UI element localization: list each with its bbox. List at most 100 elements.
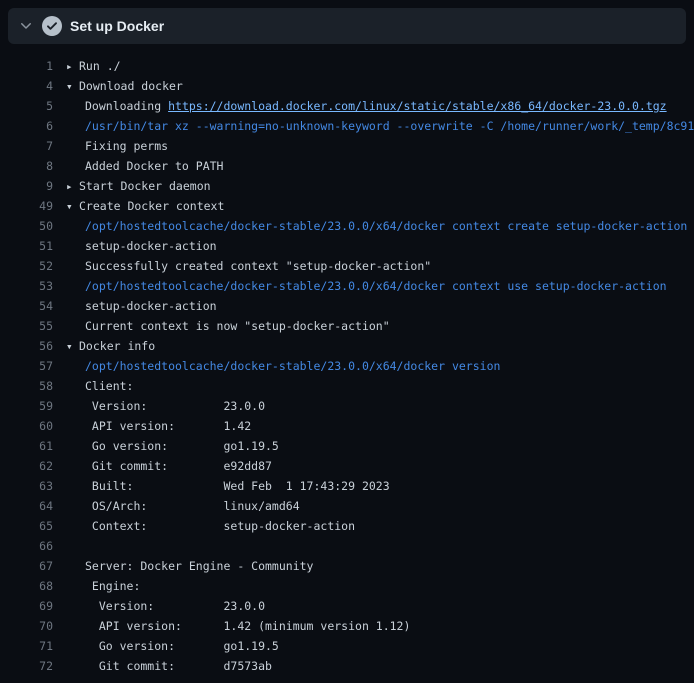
triangle-down-icon[interactable]: ▾ [66,337,79,356]
log-text: Context: setup-docker-action [66,516,694,536]
log-text-prefix: Downloading [85,99,168,113]
log-line: 53/opt/hostedtoolcache/docker-stable/23.… [0,276,694,296]
line-number[interactable]: 54 [0,296,53,316]
log-line: 8 Added Docker to PATH [0,156,694,176]
log-text: Added Docker to PATH [66,156,694,176]
line-number[interactable]: 52 [0,256,53,276]
line-number[interactable]: 65 [0,516,53,536]
line-number[interactable]: 60 [0,416,53,436]
log-command: /usr/bin/tar xz --warning=no-unknown-key… [66,116,694,136]
log-group-header[interactable]: ▾Create Docker context [66,196,694,216]
line-number[interactable]: 49 [0,196,53,216]
line-number[interactable]: 5 [0,96,53,116]
triangle-down-icon[interactable]: ▾ [66,77,79,96]
log-text [66,536,694,556]
line-number[interactable]: 51 [0,236,53,256]
log-group-title: Run ./ [79,59,121,73]
log-text: OS/Arch: linux/amd64 [66,496,694,516]
log-line: 71 Go version: go1.19.5 [0,636,694,656]
chevron-down-icon[interactable] [18,18,34,34]
log-line: 68 Engine: [0,576,694,596]
log-text: Git commit: e92dd87 [66,456,694,476]
log-group-title: Create Docker context [79,199,224,213]
log-group-header[interactable]: ▾Docker info [66,336,694,356]
line-number[interactable]: 57 [0,356,53,376]
line-number[interactable]: 8 [0,156,53,176]
log-line: 59 Version: 23.0.0 [0,396,694,416]
log-text: Version: 23.0.0 [66,596,694,616]
log-line: 64 OS/Arch: linux/amd64 [0,496,694,516]
line-number[interactable]: 70 [0,616,53,636]
log-area: 1▸Run ./4▾Download docker5Downloading ht… [0,44,694,683]
log-text: Engine: [66,576,694,596]
log-line: 69 Version: 23.0.0 [0,596,694,616]
line-number[interactable]: 67 [0,556,53,576]
log-line: 52 Successfully created context "setup-do… [0,256,694,276]
line-number[interactable]: 69 [0,596,53,616]
log-line: 65 Context: setup-docker-action [0,516,694,536]
log-line: 9 ▸Start Docker daemon [0,176,694,196]
line-number[interactable]: 50 [0,216,53,236]
log-line: 56 ▾Docker info [0,336,694,356]
step-title: Set up Docker [70,18,164,34]
log-text: API version: 1.42 (minimum version 1.12) [66,616,694,636]
log-text: Go version: go1.19.5 [66,636,694,656]
line-number[interactable]: 1 [0,56,53,76]
log-text: API version: 1.42 [66,416,694,436]
line-number[interactable]: 61 [0,436,53,456]
log-link[interactable]: https://download.docker.com/linux/static… [168,99,667,113]
line-number[interactable]: 7 [0,136,53,156]
line-number[interactable]: 56 [0,336,53,356]
line-number[interactable]: 63 [0,476,53,496]
log-text: Current context is now "setup-docker-act… [66,316,694,336]
log-text: Built: Wed Feb 1 17:43:29 2023 [66,476,694,496]
line-number[interactable]: 68 [0,576,53,596]
log-line: 1 ▸Run ./ [0,56,694,76]
line-number[interactable]: 53 [0,276,53,296]
log-line: 61 Go version: go1.19.5 [0,436,694,456]
triangle-right-icon[interactable]: ▸ [66,177,79,196]
line-number[interactable]: 4 [0,76,53,96]
log-command: /opt/hostedtoolcache/docker-stable/23.0.… [66,216,694,236]
log-group-header[interactable]: ▾Download docker [66,76,694,96]
step-header[interactable]: Set up Docker [8,8,686,44]
log-text: Go version: go1.19.5 [66,436,694,456]
log-line: 72 Git commit: d7573ab [0,656,694,676]
log-line: 57/opt/hostedtoolcache/docker-stable/23.… [0,356,694,376]
log-line: 58 Client: [0,376,694,396]
line-number[interactable]: 59 [0,396,53,416]
log-text: Downloading https://download.docker.com/… [66,96,694,116]
log-line: 51 setup-docker-action [0,236,694,256]
log-command: /opt/hostedtoolcache/docker-stable/23.0.… [66,356,694,376]
log-text: Client: [66,376,694,396]
log-line: 49 ▾Create Docker context [0,196,694,216]
line-number[interactable]: 58 [0,376,53,396]
log-text: Fixing perms [66,136,694,156]
line-number[interactable]: 66 [0,536,53,556]
log-text: setup-docker-action [66,236,694,256]
log-group-header[interactable]: ▸Start Docker daemon [66,176,694,196]
log-line: 54setup-docker-action [0,296,694,316]
line-number[interactable]: 6 [0,116,53,136]
line-number[interactable]: 64 [0,496,53,516]
log-line: 55 Current context is now "setup-docker-a… [0,316,694,336]
line-number[interactable]: 71 [0,636,53,656]
line-number[interactable]: 55 [0,316,53,336]
log-line: 50/opt/hostedtoolcache/docker-stable/23.… [0,216,694,236]
line-number[interactable]: 9 [0,176,53,196]
log-text: Successfully created context "setup-dock… [66,256,694,276]
log-line: 70 API version: 1.42 (minimum version 1.… [0,616,694,636]
check-circle-icon [42,16,62,36]
log-line: 60 API version: 1.42 [0,416,694,436]
log-group-header[interactable]: ▸Run ./ [66,56,694,76]
log-line: 62 Git commit: e92dd87 [0,456,694,476]
log-group-title: Download docker [79,79,183,93]
triangle-down-icon[interactable]: ▾ [66,197,79,216]
log-line: 5 Downloading https://download.docker.com… [0,96,694,116]
log-text: Server: Docker Engine - Community [66,556,694,576]
log-text: Version: 23.0.0 [66,396,694,416]
log-line: 66 [0,536,694,556]
triangle-right-icon[interactable]: ▸ [66,57,79,76]
line-number[interactable]: 62 [0,456,53,476]
line-number[interactable]: 72 [0,656,53,676]
